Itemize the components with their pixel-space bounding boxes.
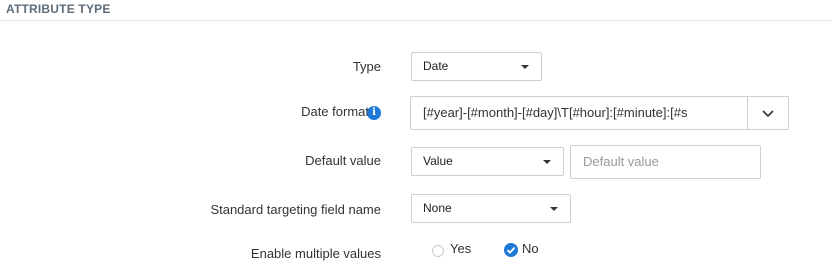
radio-no[interactable] <box>504 243 518 257</box>
type-select-value: Date <box>423 59 449 73</box>
type-select[interactable]: Date <box>411 52 542 81</box>
default-value-mode-value: Value <box>423 154 453 168</box>
default-value-input[interactable]: Default value <box>570 145 761 179</box>
standard-targeting-label: Standard targeting field name <box>210 202 381 217</box>
date-format-input[interactable]: [#year]-[#month]-[#day]\T[#hour]:[#minut… <box>410 96 748 130</box>
radio-no-label[interactable]: No <box>522 241 539 256</box>
type-label: Type <box>352 59 381 74</box>
caret-down-icon <box>550 207 558 211</box>
chevron-down-icon <box>762 110 774 118</box>
info-icon[interactable]: i <box>367 106 381 120</box>
date-format-label: Date format <box>301 104 369 119</box>
enable-multiple-label: Enable multiple values <box>250 246 381 261</box>
default-value-mode-select[interactable]: Value <box>411 147 564 176</box>
date-format-value: [#year]-[#month]-[#day]\T[#hour]:[#minut… <box>423 105 688 120</box>
section-title: ATTRIBUTE TYPE <box>6 2 111 16</box>
caret-down-icon <box>543 160 551 164</box>
default-value-placeholder: Default value <box>583 154 659 169</box>
default-value-label: Default value <box>305 153 381 168</box>
section-divider <box>0 20 832 21</box>
standard-targeting-value: None <box>423 201 452 215</box>
caret-down-icon <box>521 65 529 69</box>
date-format-dropdown-button[interactable] <box>747 96 789 130</box>
radio-yes-label[interactable]: Yes <box>450 241 471 256</box>
attribute-type-panel: ATTRIBUTE TYPE Type Date Date format i [… <box>0 0 832 276</box>
standard-targeting-select[interactable]: None <box>411 194 571 223</box>
radio-yes[interactable] <box>432 245 444 257</box>
checkmark-icon <box>506 246 516 254</box>
